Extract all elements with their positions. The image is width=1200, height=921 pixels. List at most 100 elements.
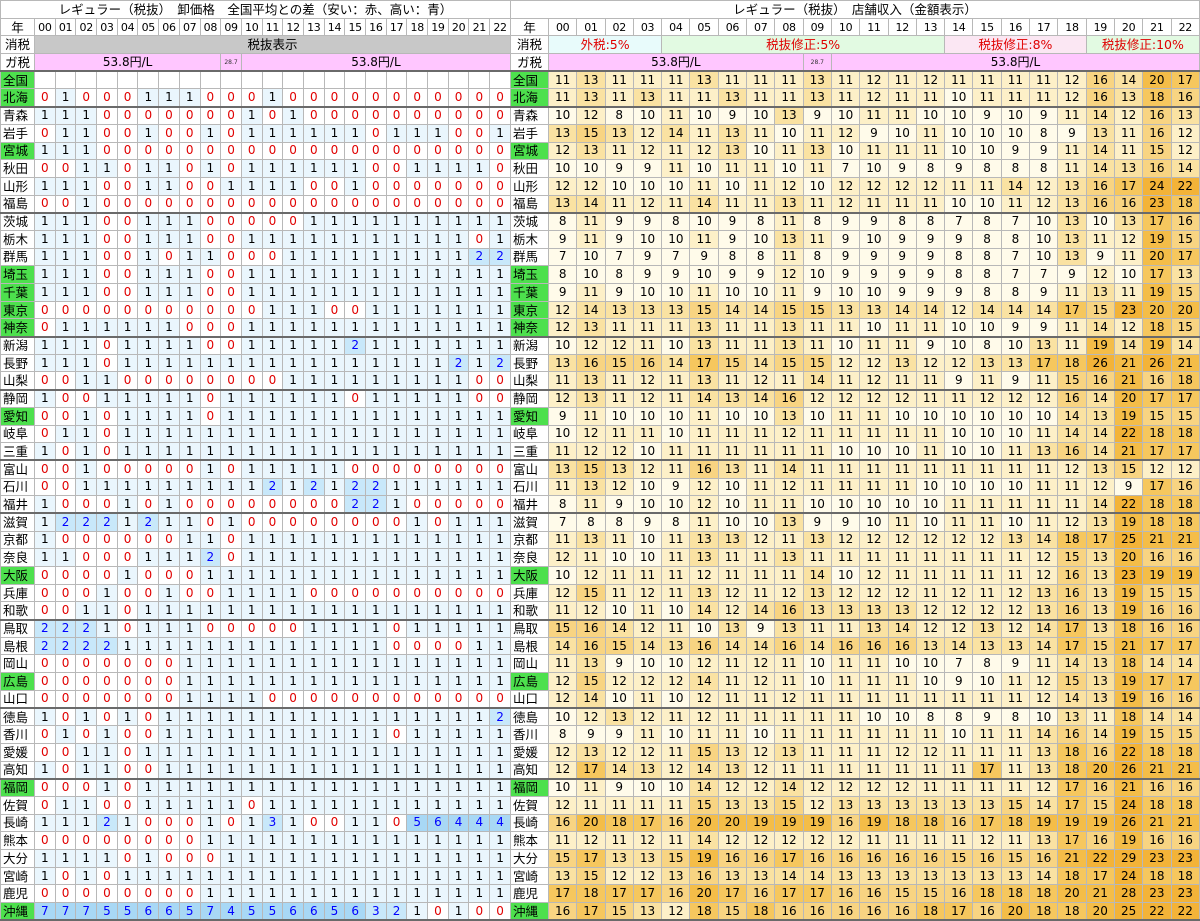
margin-cell: 13 xyxy=(1000,530,1031,550)
pref-name: 宮城 xyxy=(0,141,35,161)
diff-cell: 1 xyxy=(447,619,470,638)
margin-cell: 15 xyxy=(576,672,606,691)
margin-cell: 19 xyxy=(1057,813,1087,833)
diff-cell: 0 xyxy=(54,530,77,550)
year-header: 21 xyxy=(468,17,491,37)
margin-cell: 13 xyxy=(1085,406,1115,426)
pref-name: 佐賀 xyxy=(0,795,35,815)
margin-cell: 11 xyxy=(830,88,861,108)
diff-cell: 0 xyxy=(34,477,56,497)
margin-cell: 15 xyxy=(1170,725,1200,744)
margin-cell: 11 xyxy=(802,424,832,444)
diff-cell: 1 xyxy=(323,725,346,744)
margin-cell: 18 xyxy=(887,813,917,833)
margin-cell: 16 xyxy=(830,884,861,904)
margin-cell: 11 xyxy=(661,795,691,815)
margin-cell: 12 xyxy=(915,530,946,550)
diff-cell: 1 xyxy=(220,406,242,426)
margin-cell: 20 xyxy=(1142,247,1172,267)
diff-cell: 2 xyxy=(75,619,98,638)
margin-cell: 12 xyxy=(830,389,861,408)
diff-cell: 1 xyxy=(178,760,201,780)
diff-cell: 1 xyxy=(365,601,387,621)
year-header: 00 xyxy=(34,17,56,37)
margin-cell: 11 xyxy=(1029,88,1059,108)
diff-cell: 1 xyxy=(427,406,449,426)
margin-cell: 10 xyxy=(830,566,861,585)
diff-cell: 1 xyxy=(302,866,325,886)
diff-cell: 1 xyxy=(261,760,284,780)
pref-name: 高知 xyxy=(510,760,549,780)
margin-cell: 11 xyxy=(604,194,634,214)
diff-cell: 0 xyxy=(427,495,449,515)
diff-cell: 1 xyxy=(158,725,180,744)
diff-cell: 0 xyxy=(344,689,366,709)
diff-cell: 0 xyxy=(220,265,242,284)
margin-cell: 10 xyxy=(632,442,663,462)
margin-cell: 15 xyxy=(576,866,606,886)
margin-cell: 9 xyxy=(604,495,634,515)
diff-cell: 1 xyxy=(261,530,284,550)
margin-cell: 11 xyxy=(1029,654,1059,674)
diff-cell: 0 xyxy=(137,106,160,125)
empty-cell xyxy=(116,70,139,90)
margin-cell: 14 xyxy=(1057,424,1087,444)
margin-cell: 15 xyxy=(604,353,634,373)
diff-cell: 0 xyxy=(116,194,139,214)
diff-cell: 1 xyxy=(137,778,160,797)
diff-cell: 1 xyxy=(240,566,263,585)
margin-cell: 17 xyxy=(1170,247,1200,267)
diff-cell: 1 xyxy=(489,548,511,567)
margin-cell: 12 xyxy=(632,389,663,408)
margin-cell: 11 xyxy=(972,778,1002,797)
margin-cell: 11 xyxy=(830,654,861,674)
margin-cell: 16 xyxy=(1170,831,1200,850)
margin-cell: 11 xyxy=(632,424,663,444)
margin-cell: 11 xyxy=(547,831,578,850)
margin-cell: 20 xyxy=(576,813,606,833)
margin-cell: 11 xyxy=(604,583,634,603)
diff-cell: 1 xyxy=(427,831,449,850)
margin-cell: 9 xyxy=(632,265,663,284)
diff-cell: 1 xyxy=(406,512,429,532)
margin-cell: 12 xyxy=(859,176,889,196)
pref-name: 熊本 xyxy=(510,831,549,850)
pref-name: 佐賀 xyxy=(510,795,549,815)
diff-cell: 1 xyxy=(489,424,511,444)
diff-cell: 0 xyxy=(137,672,160,691)
diff-cell: 0 xyxy=(365,512,387,532)
margin-cell: 11 xyxy=(689,406,719,426)
diff-cell: 1 xyxy=(406,707,429,727)
margin-cell: 11 xyxy=(887,477,917,497)
margin-cell: 10 xyxy=(717,176,748,196)
pref-row: 千葉 1 1 1 0 0 1 1 1 0 0 1 1 1 1 1 1 1 1 1 1 1 1 1 xyxy=(0,283,511,302)
margin-cell: 10 xyxy=(859,229,889,249)
pref-name: 岩手 xyxy=(0,123,35,143)
diff-cell: 1 xyxy=(137,212,160,231)
diff-cell: 1 xyxy=(34,389,56,408)
diff-cell: 0 xyxy=(158,300,180,320)
margin-cell: 11 xyxy=(887,689,917,709)
margin-cell: 11 xyxy=(887,194,917,214)
margin-cell: 15 xyxy=(547,619,578,638)
margin-cell: 14 xyxy=(1142,654,1172,674)
diff-cell: 1 xyxy=(54,424,77,444)
diff-cell: 1 xyxy=(385,265,408,284)
diff-cell: 1 xyxy=(385,229,408,249)
margin-cell: 10 xyxy=(1000,424,1031,444)
diff-cell: 1 xyxy=(468,566,491,585)
empty-cell xyxy=(406,70,429,90)
pref-row: 神奈 12 13 11 11 11 13 11 11 13 11 11 10 11 11 10 10 9 9 11 14… xyxy=(510,318,1200,338)
margin-cell: 12 xyxy=(830,778,861,797)
diff-cell: 0 xyxy=(365,159,387,178)
diff-cell: 0 xyxy=(75,566,98,585)
diff-cell: 0 xyxy=(220,88,242,108)
diff-cell: 1 xyxy=(137,318,160,338)
margin-cell: 11 xyxy=(746,583,776,603)
diff-cell: 1 xyxy=(178,619,201,638)
margin-cell: 13 xyxy=(1085,548,1115,567)
diff-cell: 1 xyxy=(365,566,387,585)
margin-cell: 11 xyxy=(972,566,1002,585)
diff-cell: 2 xyxy=(54,512,77,532)
diff-cell: 1 xyxy=(302,548,325,567)
